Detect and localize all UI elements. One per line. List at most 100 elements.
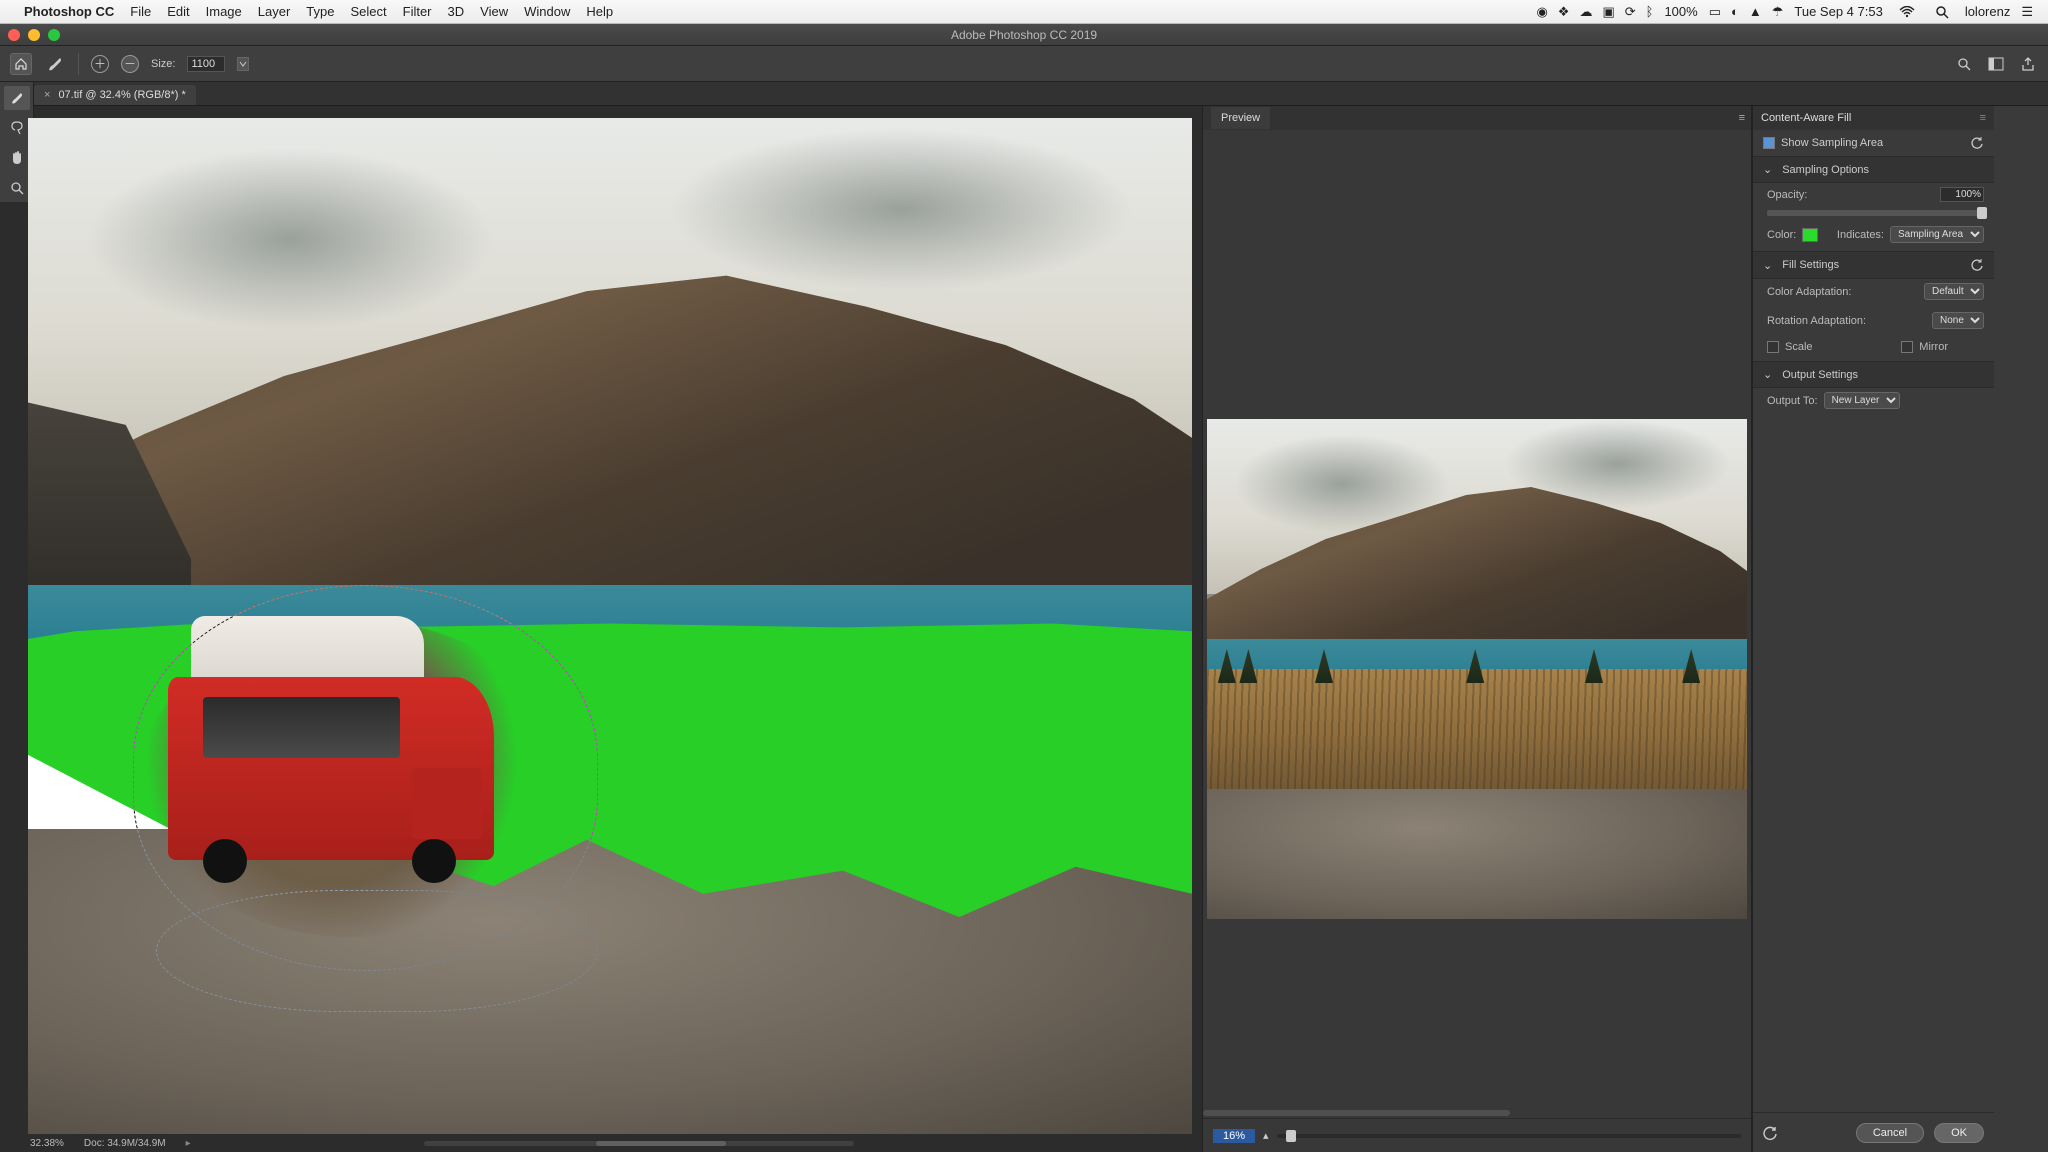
preview-panel: Preview ≡ ▴ — [1202, 106, 1752, 1152]
status-dropbox-icon[interactable]: ❖ — [1558, 4, 1570, 20]
color-label: Color: — [1767, 229, 1796, 241]
reset-fill-button[interactable] — [1970, 258, 1984, 272]
close-window-button[interactable] — [8, 29, 20, 41]
status-shield-icon[interactable]: ◉ — [1536, 4, 1547, 20]
output-to-label: Output To: — [1767, 395, 1818, 407]
preview-scrollbar[interactable] — [1203, 1108, 1751, 1118]
home-button[interactable] — [10, 53, 32, 75]
subtract-mode-button[interactable]: － — [121, 55, 139, 73]
show-sampling-checkbox[interactable] — [1763, 137, 1775, 149]
menu-edit[interactable]: Edit — [167, 4, 189, 19]
scale-label: Scale — [1785, 341, 1813, 353]
opacity-input[interactable] — [1940, 187, 1984, 202]
traffic-lights — [8, 29, 60, 41]
output-settings-header[interactable]: ⌄ Output Settings — [1753, 361, 1994, 388]
opacity-slider[interactable] — [1767, 210, 1984, 216]
main-area: 32.38% Doc: 34.9M/34.9M ▸ Preview ≡ — [0, 106, 2048, 1152]
indicates-select[interactable]: Sampling Area — [1890, 226, 1984, 243]
menu-window[interactable]: Window — [524, 4, 570, 19]
menu-list-icon[interactable]: ☰ — [2021, 4, 2033, 20]
options-bar: ＋ － Size: — [0, 46, 2048, 82]
menu-help[interactable]: Help — [586, 4, 613, 19]
preview-viewport[interactable] — [1203, 130, 1751, 1108]
zoom-tool[interactable] — [4, 176, 30, 200]
macos-menubar: Photoshop CC File Edit Image Layer Type … — [0, 0, 2048, 24]
share-icon[interactable] — [2018, 54, 2038, 74]
document-tab[interactable]: × 07.tif @ 32.4% (RGB/8*) * — [34, 85, 196, 105]
preview-zoom-input[interactable] — [1213, 1129, 1255, 1143]
color-adapt-label: Color Adaptation: — [1767, 286, 1851, 298]
scale-checkbox[interactable] — [1767, 341, 1779, 353]
menu-type[interactable]: Type — [306, 4, 334, 19]
status-spy-icon[interactable]: ◐ — [1731, 4, 1739, 19]
menu-filter[interactable]: Filter — [403, 4, 432, 19]
fill-settings-header[interactable]: ⌄ Fill Settings — [1753, 251, 1994, 279]
search-icon[interactable] — [1954, 54, 1974, 74]
spotlight-icon[interactable] — [1930, 5, 1954, 19]
status-cc-icon[interactable]: ▣ — [1602, 4, 1614, 20]
sampling-brush-tool[interactable] — [4, 86, 30, 110]
status-bluetooth-icon[interactable]: ᛒ — [1646, 4, 1654, 19]
user-name[interactable]: lolorenz — [1965, 4, 2011, 19]
app-name[interactable]: Photoshop CC — [24, 4, 114, 19]
minimize-window-button[interactable] — [28, 29, 40, 41]
battery-icon[interactable]: ▭ — [1709, 4, 1721, 20]
status-sync-icon[interactable]: ⟳ — [1625, 4, 1636, 20]
menu-layer[interactable]: Layer — [258, 4, 291, 19]
add-mode-button[interactable]: ＋ — [91, 55, 109, 73]
size-dropdown-button[interactable] — [237, 57, 249, 71]
clock[interactable]: Tue Sep 4 7:53 — [1794, 4, 1882, 19]
window-titlebar: Adobe Photoshop CC 2019 — [0, 24, 2048, 46]
status-bar: 32.38% Doc: 34.9M/34.9M ▸ — [12, 1134, 1192, 1152]
caf-panel: Content-Aware Fill ≡ Show Sampling Area … — [1752, 106, 1994, 1152]
cancel-button[interactable]: Cancel — [1856, 1123, 1924, 1143]
opacity-label: Opacity: — [1767, 189, 1807, 201]
lasso-tool[interactable] — [4, 116, 30, 140]
canvas[interactable] — [28, 118, 1192, 1134]
sampling-color-swatch[interactable] — [1802, 228, 1818, 242]
rotation-adapt-select[interactable]: None — [1932, 312, 1984, 329]
document-tab-label: 07.tif @ 32.4% (RGB/8*) * — [58, 89, 185, 101]
caf-title: Content-Aware Fill — [1761, 112, 1851, 124]
output-to-select[interactable]: New Layer — [1824, 392, 1900, 409]
panel-menu-icon[interactable]: ≡ — [1980, 112, 1986, 124]
doc-size: Doc: 34.9M/34.9M — [84, 1138, 166, 1149]
zoom-window-button[interactable] — [48, 29, 60, 41]
selection-marquee-2 — [156, 890, 598, 1012]
status-cloud-icon[interactable]: ☁︎ — [1579, 4, 1592, 20]
horizontal-scrollbar[interactable] — [424, 1141, 854, 1146]
menu-view[interactable]: View — [480, 4, 508, 19]
reset-all-button[interactable] — [1763, 1125, 1779, 1141]
ok-button[interactable]: OK — [1934, 1123, 1984, 1143]
window-title: Adobe Photoshop CC 2019 — [951, 28, 1097, 42]
brush-size-input[interactable] — [187, 56, 225, 72]
tool-brush-indicator — [44, 53, 66, 75]
close-tab-icon[interactable]: × — [44, 89, 50, 101]
rotation-adapt-label: Rotation Adaptation: — [1767, 315, 1866, 327]
indicates-label: Indicates: — [1837, 229, 1884, 241]
preview-zoom-slider[interactable] — [1277, 1134, 1741, 1138]
menu-3d[interactable]: 3D — [448, 4, 465, 19]
panel-menu-icon[interactable]: ≡ — [1739, 112, 1745, 124]
mirror-label: Mirror — [1919, 341, 1948, 353]
size-label: Size: — [151, 58, 175, 70]
mirror-checkbox[interactable] — [1901, 341, 1913, 353]
status-hat-icon[interactable]: ▲ — [1749, 4, 1762, 19]
zoom-level[interactable]: 32.38% — [30, 1138, 64, 1149]
color-adapt-select[interactable]: Default — [1924, 283, 1984, 300]
arrange-icon[interactable] — [1986, 54, 2006, 74]
show-sampling-label: Show Sampling Area — [1781, 137, 1883, 149]
menu-file[interactable]: File — [130, 4, 151, 19]
sampling-options-header[interactable]: ⌄ Sampling Options — [1753, 156, 1994, 183]
hand-tool[interactable] — [4, 146, 30, 170]
document-tabs: × 07.tif @ 32.4% (RGB/8*) * — [0, 82, 2048, 106]
canvas-area: 32.38% Doc: 34.9M/34.9M ▸ — [0, 106, 1192, 1152]
battery-pct: 100% — [1664, 4, 1697, 19]
menu-select[interactable]: Select — [350, 4, 386, 19]
preview-tab[interactable]: Preview — [1211, 107, 1270, 129]
wifi-icon[interactable] — [1894, 6, 1920, 18]
menu-image[interactable]: Image — [206, 4, 242, 19]
reset-sampling-button[interactable] — [1970, 136, 1984, 150]
zoom-out-icon[interactable]: ▴ — [1263, 1129, 1269, 1142]
status-umbrella-icon[interactable]: ☂︎ — [1772, 4, 1784, 20]
